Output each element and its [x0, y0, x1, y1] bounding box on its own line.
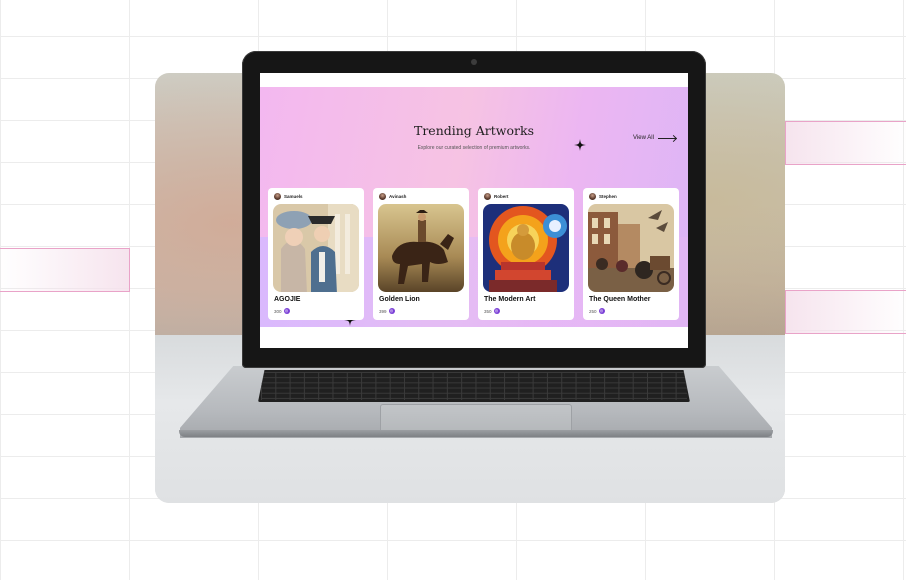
card-owner: Robert — [484, 193, 509, 200]
price-value: 250 — [589, 308, 597, 314]
coin-icon: ◎ — [283, 308, 290, 314]
avatar — [484, 193, 491, 200]
artwork-name[interactable]: The Queen Mother — [589, 296, 650, 303]
decorative-bar — [785, 290, 906, 334]
artwork-price: 399 ◎ — [379, 308, 395, 314]
artwork-card[interactable]: Samuels AGOJIE 300 ◎ — [268, 188, 364, 320]
webcam-icon — [471, 59, 477, 65]
artwork-price: 300 ◎ — [274, 308, 290, 314]
laptop-screen: Trending Artworks Explore our curated se… — [260, 73, 688, 348]
arrow-right-icon — [657, 137, 676, 139]
card-owner: Avinash — [379, 193, 406, 200]
artwork-name[interactable]: The Modern Art — [484, 296, 535, 303]
card-owner: Stephen — [589, 193, 617, 200]
price-value: 350 — [484, 308, 492, 314]
artwork-image[interactable] — [378, 204, 464, 292]
artwork-image[interactable] — [588, 204, 674, 292]
avatar — [274, 193, 281, 200]
page-subtitle: Explore our curated selection of premium… — [417, 145, 531, 151]
card-owner: Samuels — [274, 193, 303, 200]
coin-icon: ◎ — [493, 308, 500, 314]
laptop-trackpad — [380, 404, 572, 433]
artwork-name[interactable]: AGOJIE — [274, 296, 300, 303]
artwork-card[interactable]: Robert The Modern Art 350 ◎ — [478, 188, 574, 320]
sparkle-icon — [574, 139, 586, 151]
artwork-card[interactable]: Avinash Golden Lion 399 ◎ — [373, 188, 469, 320]
laptop-keyboard — [258, 370, 690, 402]
avatar — [589, 193, 596, 200]
decorative-bar — [785, 121, 906, 165]
artwork-image[interactable] — [483, 204, 569, 292]
coin-icon: ◎ — [388, 308, 395, 314]
artwork-price: 250 ◎ — [589, 308, 605, 314]
owner-name: Samuels — [284, 194, 303, 199]
artwork-card[interactable]: Stephen The Queen Mother 250 ◎ — [583, 188, 679, 320]
avatar — [379, 193, 386, 200]
decorative-bar — [0, 248, 130, 292]
artwork-price: 350 ◎ — [484, 308, 500, 314]
coin-icon: ◎ — [598, 308, 605, 314]
price-value: 300 — [274, 308, 282, 314]
owner-name: Stephen — [599, 194, 617, 199]
laptop-base-edge — [179, 430, 773, 437]
price-value: 399 — [379, 308, 387, 314]
view-all-link[interactable]: View All — [633, 135, 676, 141]
view-all-label: View All — [633, 135, 654, 141]
laptop-lid: Trending Artworks Explore our curated se… — [242, 51, 706, 368]
page-title: Trending Artworks — [413, 123, 534, 138]
artwork-name[interactable]: Golden Lion — [379, 296, 420, 303]
trending-section: Trending Artworks Explore our curated se… — [260, 87, 688, 327]
owner-name: Avinash — [389, 194, 407, 199]
owner-name: Robert — [494, 194, 509, 199]
artwork-image[interactable] — [273, 204, 359, 292]
artwork-list: Samuels AGOJIE 300 ◎ Avinash Golden Lion… — [268, 188, 680, 321]
